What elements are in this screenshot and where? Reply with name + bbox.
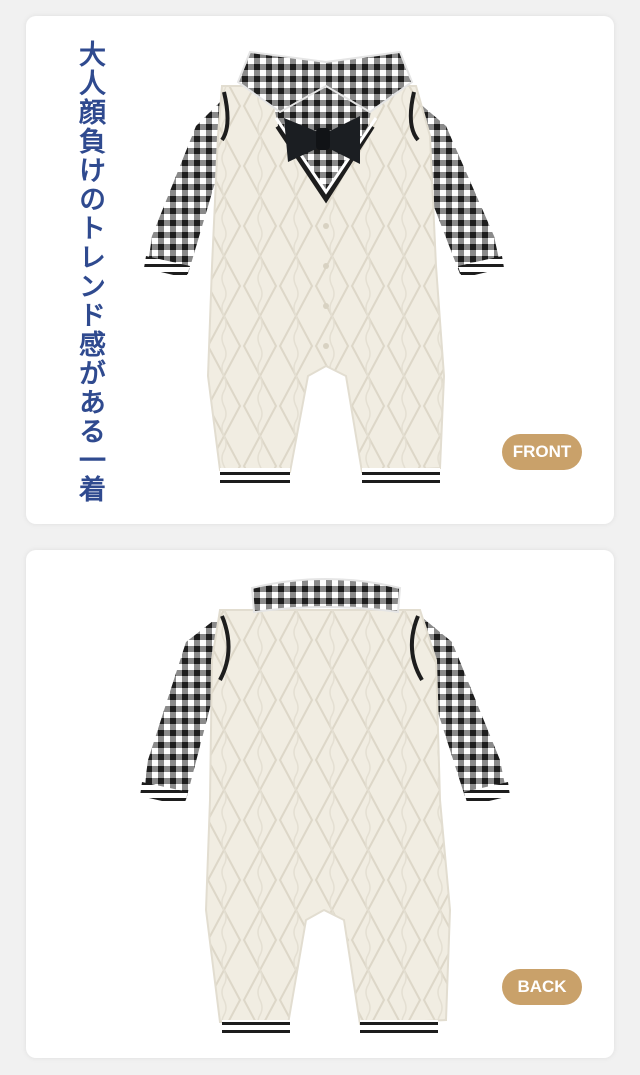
tagline-vertical-text: 大人顔負けのトレンド感がある一着 bbox=[74, 40, 105, 504]
front-view-card: 大人顔負けのトレンド感がある一着 FRONT bbox=[26, 16, 614, 524]
back-badge: BACK bbox=[502, 969, 582, 1005]
back-view-card: BACK bbox=[26, 550, 614, 1058]
front-badge: FRONT bbox=[502, 434, 582, 470]
